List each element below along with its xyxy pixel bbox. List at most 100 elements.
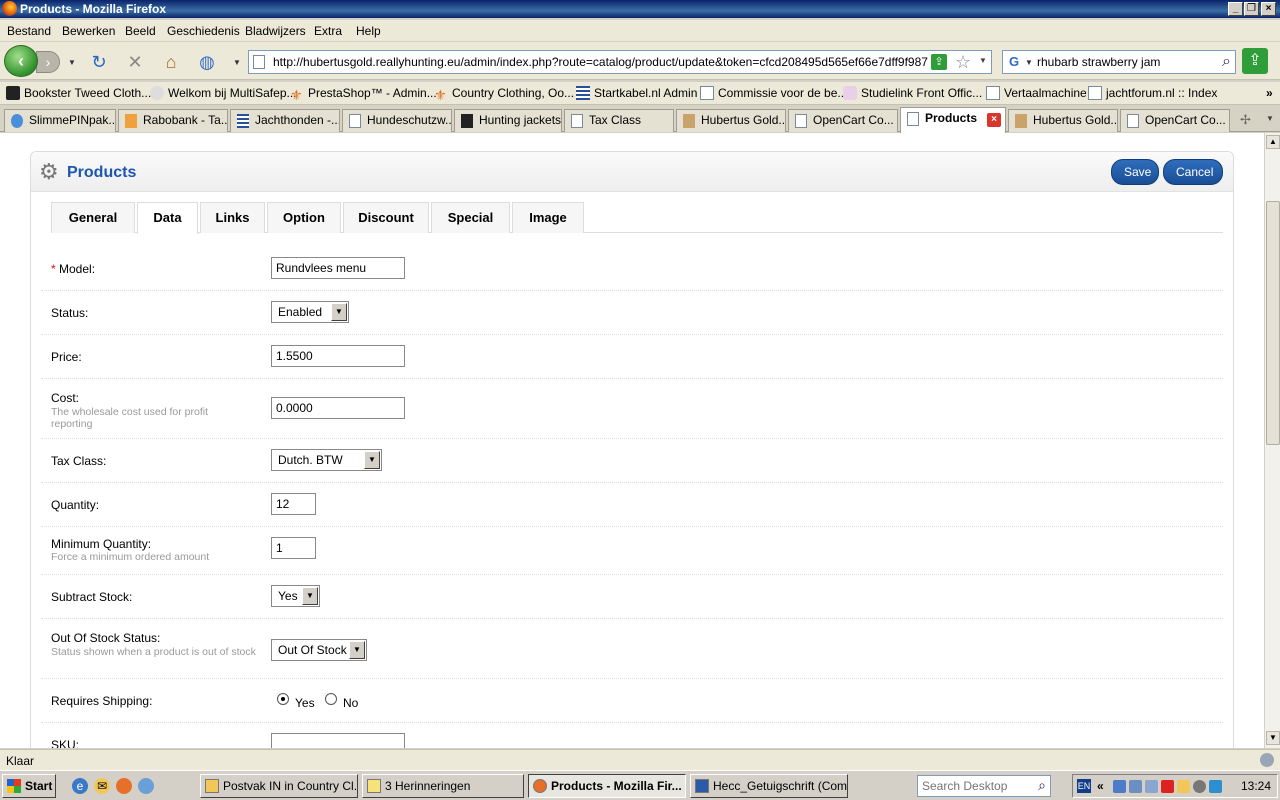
taskbar-item-word[interactable]: Hecc_Getuigschrift (Com... [690,774,848,798]
desktop-search-input[interactable] [922,779,1026,793]
cancel-button[interactable]: Cancel [1163,159,1223,185]
tab-discount[interactable]: Discount [343,202,429,233]
browser-tab[interactable]: Hundeschutzw... [342,109,452,132]
tab-option[interactable]: Option [267,202,341,233]
subtract-stock-label: Subtract Stock: [51,590,133,604]
network-icon[interactable] [1113,780,1126,793]
tab-special[interactable]: Special [431,202,510,233]
new-tab-icon[interactable]: ✢ [1240,112,1251,128]
tab-general[interactable]: General [51,202,135,233]
search-tray-icon[interactable] [1145,780,1158,793]
more-bookmarks-chevron-icon[interactable]: » [1266,86,1273,100]
menu-help[interactable]: Help [356,24,381,38]
home-icon[interactable]: ⌂ [160,52,182,72]
search-icon[interactable]: ⌕ [1038,777,1046,794]
menu-geschiedenis[interactable]: Geschiedenis [167,24,240,38]
maximize-button[interactable]: ❐ [1244,2,1259,16]
mail-icon[interactable] [1177,780,1190,793]
minimum-quantity-input[interactable] [271,537,316,559]
google-icon[interactable]: G [1006,54,1022,70]
bookmark-star-icon[interactable]: ☆ [955,51,971,73]
menu-extra[interactable]: Extra [314,24,342,38]
out-of-stock-status-select[interactable]: Out Of Stock ▼ [271,639,367,661]
globe-icon[interactable]: ◍ [196,52,218,72]
menu-bewerken[interactable]: Bewerken [62,24,115,38]
language-indicator[interactable]: EN [1077,779,1091,793]
minimize-button[interactable]: _ [1228,2,1243,16]
bookmark-item[interactable]: ⚜ Country Clothing, Oo... [434,86,574,102]
tab-image[interactable]: Image [512,202,584,233]
browser-tab[interactable]: SlimmePINpak... [4,109,116,132]
desktop-icon[interactable] [138,778,154,794]
status-select[interactable]: Enabled ▼ [271,301,349,323]
bookmark-item[interactable]: Commissie voor de be... [700,86,847,100]
bookmark-item[interactable]: Bookster Tweed Cloth... [6,86,151,100]
browser-tab[interactable]: OpenCart Co... [1120,109,1230,132]
browser-tab[interactable]: OpenCart Co... [788,109,898,132]
search-icon[interactable]: ⌕ [1222,51,1231,73]
antivirus-icon[interactable] [1161,780,1174,793]
url-dropdown-icon[interactable]: ▼ [979,56,987,65]
list-tabs-icon[interactable]: ▼ [1266,114,1274,123]
cost-input[interactable] [271,397,405,419]
menu-bestand[interactable]: Bestand [7,24,51,38]
scrollbar-thumb[interactable] [1266,201,1280,445]
search-input[interactable] [1037,54,1207,70]
bookmark-item[interactable]: Vertaalmachine [986,86,1087,100]
scroll-down-icon[interactable]: ▼ [1266,731,1280,745]
model-input[interactable] [271,257,405,279]
close-button[interactable]: × [1261,2,1276,16]
menu-beeld[interactable]: Beeld [125,24,156,38]
update-icon[interactable] [1209,780,1222,793]
tab-links[interactable]: Links [200,202,265,233]
browser-tab[interactable]: Hunting jackets [454,109,562,132]
browser-tab[interactable]: Jachthonden -... [230,109,340,132]
bookmark-item[interactable]: Studielink Front Offic... [843,86,982,100]
browser-tab-active[interactable]: Products × [900,107,1006,133]
browser-tab[interactable]: Hubertus Gold... [1008,109,1118,132]
ie-icon[interactable]: e [72,778,88,794]
taskbar-item-firefox[interactable]: Products - Mozilla Fir... [528,774,686,798]
bookmark-item[interactable]: Welkom bij MultiSafep... [150,86,297,100]
forward-button[interactable]: › [36,51,60,73]
tab-data[interactable]: Data [137,202,198,234]
bookmark-item[interactable]: Startkabel.nl Admin [576,86,697,100]
close-tab-icon[interactable]: × [987,113,1001,127]
browser-tab[interactable]: Hubertus Gold... [676,109,786,132]
search-engine-dropdown-icon[interactable]: ▼ [1025,58,1033,67]
bookmark-item[interactable]: jachtforum.nl :: Index [1088,86,1217,100]
quantity-input[interactable] [271,493,316,515]
url-bar[interactable]: ⇪ ☆ ▼ [248,50,992,74]
sku-input[interactable] [271,733,405,748]
search-bar[interactable]: G ▼ ⌕ [1002,50,1236,74]
tax-class-select[interactable]: Dutch. BTW ▼ [271,449,382,471]
url-input[interactable] [273,54,928,70]
subtract-stock-select[interactable]: Yes ▼ [271,585,320,607]
price-input[interactable] [271,345,405,367]
addon-share-icon[interactable]: ⇪ [1242,48,1268,74]
tray-app-icon[interactable] [1129,780,1142,793]
menu-bladwijzers[interactable]: Bladwijzers [245,24,306,38]
scroll-up-icon[interactable]: ▲ [1266,135,1280,149]
back-button[interactable]: ‹ [4,45,38,77]
taskbar-item-outlook[interactable]: Postvak IN in Country Cl... [200,774,358,798]
start-button[interactable]: Start [2,774,56,798]
vertical-scrollbar[interactable]: ▲ ▼ [1264,133,1280,748]
save-button[interactable]: Save [1111,159,1159,185]
browser-tab[interactable]: Rabobank - Ta... [118,109,228,132]
stop-icon[interactable]: ✕ [124,52,146,72]
history-dropdown-icon[interactable]: ▼ [68,58,76,67]
bookmark-item[interactable]: ⚜ PrestaShop™ - Admin... [290,86,437,102]
shipping-no-radio[interactable] [325,693,337,705]
tray-expand-icon[interactable]: « [1097,779,1104,793]
share-icon[interactable]: ⇪ [931,54,947,70]
browser-tab[interactable]: Tax Class [564,109,674,132]
clock-tray-icon[interactable] [1193,780,1206,793]
taskbar-item-reminders[interactable]: 3 Herinneringen [362,774,524,798]
reload-icon[interactable]: ↻ [88,52,110,72]
shipping-yes-radio[interactable] [277,693,289,705]
desktop-search[interactable]: ⌕ [917,775,1051,797]
globe-dropdown-icon[interactable]: ▼ [233,58,241,67]
outlook-icon[interactable]: ✉ [94,778,110,794]
firefox-quicklaunch-icon[interactable] [116,778,132,794]
